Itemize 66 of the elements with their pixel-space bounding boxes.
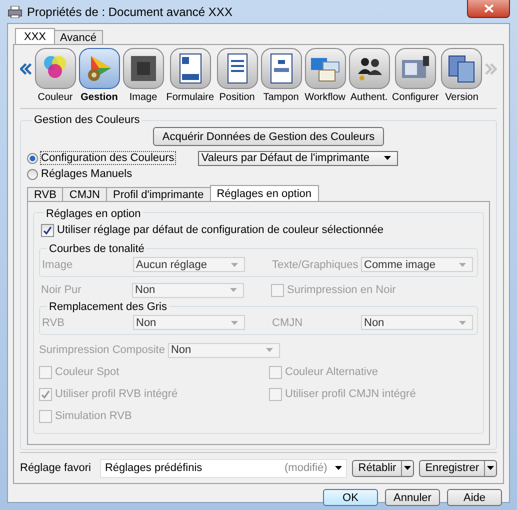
radio-label: Configuration des Couleurs (41, 152, 176, 164)
scroll-right-icon[interactable] (485, 63, 497, 75)
split-button[interactable]: Enregistrer (419, 460, 497, 476)
dialog-button[interactable]: OK (323, 489, 378, 506)
checkbox-label: Utiliser profil RVB intégré (55, 388, 178, 400)
caret-icon (404, 466, 412, 470)
checkbox-label: Simulation RVB (55, 410, 132, 422)
caret-icon (231, 320, 238, 324)
group-title: Remplacement des Gris (47, 301, 169, 314)
caret-icon (487, 466, 494, 470)
people-icon (348, 48, 390, 89)
field-label: Image (42, 258, 74, 270)
toolbar-button[interactable]: Position (216, 48, 258, 103)
group-title: Réglages en option (44, 208, 143, 221)
field-label: Réglage favori (20, 462, 91, 474)
checkbox-label: Utiliser profil CMJN intégré (285, 388, 416, 400)
toolbar-button[interactable]: Gestion (78, 48, 120, 103)
tab[interactable]: XXX (15, 28, 56, 44)
toolbar-button[interactable]: Workflow (304, 48, 346, 103)
square-icon (122, 48, 164, 89)
tab[interactable]: Avancé (54, 30, 103, 44)
checkbox-label: Couleur Alternative (285, 366, 378, 378)
toolbar-button[interactable]: Couleur (34, 48, 76, 103)
color-circles-icon (34, 48, 76, 89)
tab[interactable]: Réglages en option (210, 185, 319, 201)
toolbar-button[interactable]: Authent. (348, 48, 390, 103)
radio-button[interactable] (27, 168, 38, 180)
acquire-button[interactable]: Acquérir Données de Gestion des Couleurs (153, 127, 384, 146)
toolbar-button[interactable]: Version (441, 48, 482, 103)
dropdown[interactable]: Valeurs par Défaut de l'imprimante (198, 150, 398, 166)
field-label: RVB (42, 316, 66, 328)
checkbox-label: Utiliser réglage par défaut de configuration de couleur sélectionnée (57, 224, 384, 236)
tab[interactable]: Profil d'imprimante (106, 187, 211, 201)
caret-icon (266, 348, 273, 352)
split-button[interactable]: Rétablir (352, 460, 414, 476)
dialog-button[interactable]: Annuler (385, 489, 440, 506)
caret-icon (231, 262, 238, 266)
close-button[interactable] (467, 0, 510, 18)
tab[interactable]: RVB (27, 187, 64, 201)
spectrum-gear-icon (78, 48, 120, 89)
favorite-dropdown[interactable]: Réglages prédéfinis (modifié) (100, 458, 348, 478)
caret-icon (335, 466, 342, 470)
tab[interactable]: CMJN (62, 187, 107, 201)
radio-label: Réglages Manuels (41, 168, 134, 180)
window-title: Propriétés de : Document avancé XXX (27, 4, 232, 18)
toolbar-button[interactable]: Tampon (260, 48, 302, 103)
toolbar-button[interactable]: Formulaire (166, 48, 214, 103)
field-label: Texte/Graphiques (272, 258, 360, 270)
close-icon (484, 4, 494, 13)
radio-button[interactable] (27, 152, 38, 164)
stacked-pages-icon (441, 48, 482, 89)
field-label: Surimpression Composite (39, 344, 165, 356)
checkbox-label: Surimpression en Noir (287, 284, 396, 296)
dialog-button[interactable]: Aide (447, 489, 502, 506)
checkbox-label: Couleur Spot (55, 366, 120, 378)
toolbar-button[interactable]: Image (122, 48, 164, 103)
page-layout-icon (216, 48, 258, 89)
caret-icon (230, 288, 237, 292)
field-label: Noir Pur (41, 284, 82, 296)
document-icon (170, 48, 211, 89)
field-label: CMJN (272, 316, 304, 328)
caret-icon (459, 262, 466, 266)
toolbar-button[interactable]: Configurer (392, 48, 438, 103)
caret-icon (384, 156, 392, 160)
caret-icon (459, 320, 466, 324)
scroll-left-icon[interactable] (20, 63, 32, 75)
